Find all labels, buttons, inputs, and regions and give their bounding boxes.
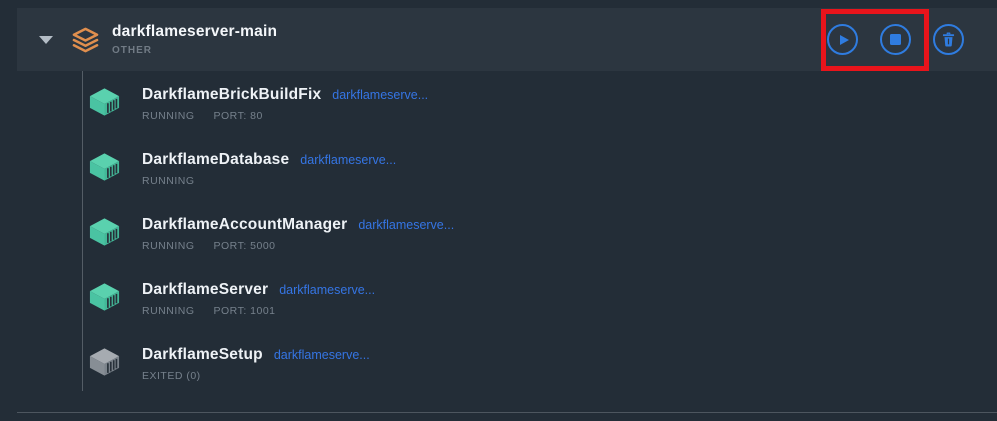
- container-text-block: DarkflameBrickBuildFix darkflameserve...…: [142, 86, 428, 122]
- container-status-line: EXITED (0): [142, 370, 370, 382]
- container-stack-link[interactable]: darkflameserve...: [332, 88, 428, 102]
- container-row: DarkflameServer darkflameserve... RUNNIN…: [0, 281, 997, 346]
- stack-header-row[interactable]: darkflameserver-main OTHER: [17, 8, 997, 71]
- container-status: EXITED (0): [142, 370, 201, 382]
- stack-title-block: darkflameserver-main OTHER: [112, 23, 277, 56]
- container-row: DarkflameSetup darkflameserve... EXITED …: [0, 346, 997, 411]
- container-cube-icon: [88, 282, 121, 312]
- container-name: DarkflameSetup: [142, 346, 263, 364]
- stack-actions: [827, 24, 964, 55]
- play-icon: [840, 35, 849, 45]
- container-row: DarkflameAccountManager darkflameserve..…: [0, 216, 997, 281]
- container-text-block: DarkflameAccountManager darkflameserve..…: [142, 216, 454, 252]
- container-status: RUNNING: [142, 110, 195, 122]
- container-stack-link[interactable]: darkflameserve...: [358, 218, 454, 232]
- container-status: RUNNING: [142, 240, 195, 252]
- container-cube-icon: [88, 217, 121, 247]
- container-stack-link[interactable]: darkflameserve...: [279, 283, 375, 297]
- stack-title: darkflameserver-main: [112, 23, 277, 41]
- container-name: DarkflameAccountManager: [142, 216, 347, 234]
- stack-panel: darkflameserver-main OTHER: [0, 0, 997, 421]
- container-stack-link[interactable]: darkflameserve...: [300, 153, 396, 167]
- container-text-block: DarkflameSetup darkflameserve... EXITED …: [142, 346, 370, 382]
- container-text-block: DarkflameDatabase darkflameserve... RUNN…: [142, 151, 396, 187]
- container-port: PORT: 1001: [214, 305, 276, 317]
- container-name: DarkflameDatabase: [142, 151, 289, 169]
- container-cube-icon: [88, 152, 121, 182]
- container-text-block: DarkflameServer darkflameserve... RUNNIN…: [142, 281, 375, 317]
- chevron-down-icon[interactable]: [39, 36, 53, 44]
- container-status-line: RUNNING PORT: 5000: [142, 240, 454, 252]
- container-list: DarkflameBrickBuildFix darkflameserve...…: [0, 86, 997, 411]
- start-stack-button[interactable]: [827, 24, 858, 55]
- container-stack-link[interactable]: darkflameserve...: [274, 348, 370, 362]
- stack-type-label: OTHER: [112, 45, 277, 56]
- stop-stack-button[interactable]: [880, 24, 911, 55]
- container-status-line: RUNNING PORT: 1001: [142, 305, 375, 317]
- container-port: PORT: 80: [214, 110, 263, 122]
- container-name: DarkflameServer: [142, 281, 268, 299]
- container-status: RUNNING: [142, 305, 195, 317]
- container-row: DarkflameDatabase darkflameserve... RUNN…: [0, 151, 997, 216]
- delete-stack-button[interactable]: [933, 24, 964, 55]
- container-cube-icon: [88, 87, 121, 117]
- stop-icon: [890, 34, 901, 45]
- container-status-line: RUNNING PORT: 80: [142, 110, 428, 122]
- container-status: RUNNING: [142, 175, 195, 187]
- stack-layers-icon: [72, 27, 99, 53]
- container-row: DarkflameBrickBuildFix darkflameserve...…: [0, 86, 997, 151]
- trash-icon: [942, 32, 955, 47]
- container-port: PORT: 5000: [214, 240, 276, 252]
- container-cube-icon: [88, 347, 121, 377]
- container-status-line: RUNNING: [142, 175, 396, 187]
- bottom-divider: [17, 412, 997, 413]
- container-name: DarkflameBrickBuildFix: [142, 86, 321, 104]
